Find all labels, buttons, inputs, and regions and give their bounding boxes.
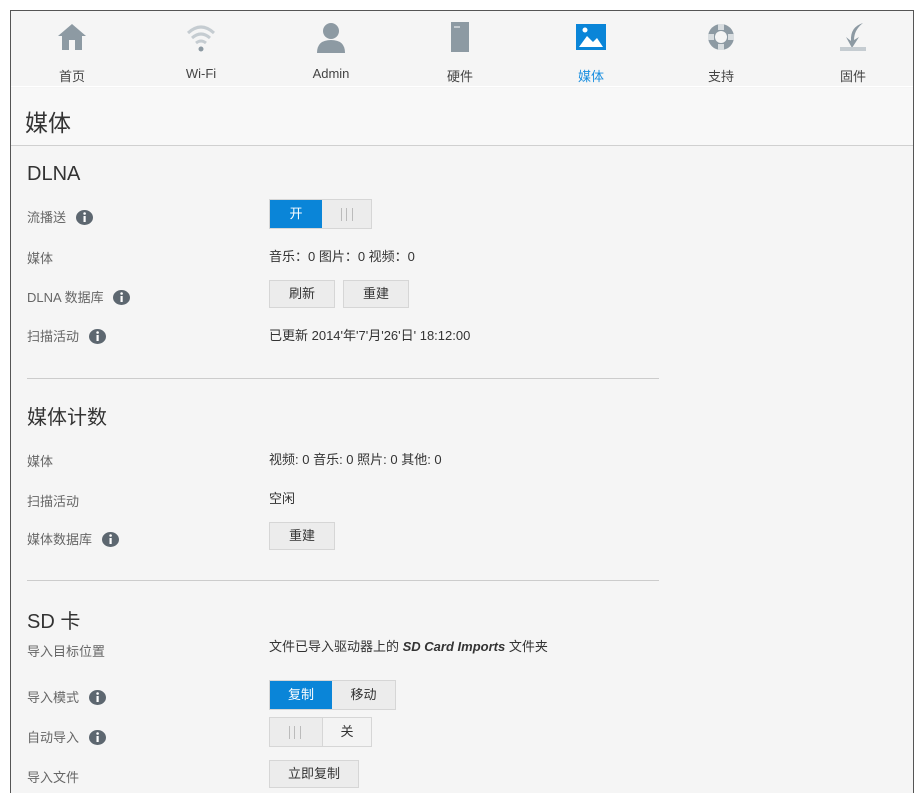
dlna-media-value: 音乐：0 图片：0 视频：0: [269, 249, 415, 264]
dlna-media-label: 媒体: [27, 251, 54, 266]
firmware-icon: [840, 23, 866, 51]
streaming-label: 流播送: [27, 210, 67, 225]
nav-label-wifi: Wi-Fi: [185, 66, 217, 81]
toggle-grip-icon: [289, 726, 301, 739]
sd-target-value: 文件已导入驱动器上的 SD Card Imports 文件夹: [269, 636, 548, 655]
counts-scan-value: 空闲: [269, 491, 296, 506]
nav-item-hardware[interactable]: 硬件: [420, 11, 500, 87]
page-title: 媒体: [25, 110, 71, 136]
copy-now-button[interactable]: 立即复制: [269, 760, 359, 788]
nav-item-admin[interactable]: Admin: [291, 11, 371, 87]
section-divider: [27, 378, 659, 379]
sd-files-label: 导入文件: [27, 770, 80, 785]
sd-target-label: 导入目标位置: [27, 644, 106, 659]
streaming-toggle[interactable]: 开: [269, 199, 372, 229]
sd-target-folder: SD Card Imports: [402, 639, 506, 654]
app-frame: 首页 Wi-Fi Admin 硬件 媒体 支持 固件 媒体 DLNA 流播送 开…: [10, 10, 914, 793]
nav-item-wifi[interactable]: Wi-Fi: [161, 11, 241, 87]
nav-label-hardware: 硬件: [446, 69, 473, 84]
nav-label-admin: Admin: [312, 66, 350, 81]
nav-item-firmware[interactable]: 固件: [813, 11, 893, 87]
main-nav: 首页 Wi-Fi Admin 硬件 媒体 支持 固件: [11, 11, 913, 87]
dlna-refresh-button[interactable]: 刷新: [269, 280, 335, 308]
counts-section-title: 媒体计数: [27, 407, 107, 429]
info-icon[interactable]: [113, 289, 131, 306]
user-icon: [317, 23, 345, 53]
info-icon[interactable]: [88, 328, 106, 345]
counts-media-value: 视频: 0 音乐: 0 照片: 0 其他: 0: [269, 452, 442, 467]
sd-target-prefix: 文件已导入驱动器上的: [269, 639, 403, 654]
dlna-scan-value: 已更新 2014'年'7'月'26'日' 18:12:00: [269, 328, 471, 343]
toggle-grip-icon: [341, 208, 353, 221]
lifebuoy-icon: [708, 24, 734, 50]
dlna-db-label: DLNA 数据库: [27, 290, 104, 305]
info-icon[interactable]: [75, 209, 93, 226]
title-bar: 媒体: [11, 88, 913, 146]
sd-mode-move-option[interactable]: 移动: [332, 681, 395, 709]
sd-auto-off-option[interactable]: 关: [322, 718, 371, 746]
drive-icon: [451, 22, 469, 52]
streaming-on-option[interactable]: 开: [270, 200, 322, 228]
dlna-rebuild-button[interactable]: 重建: [343, 280, 409, 308]
info-icon[interactable]: [88, 729, 106, 746]
sd-auto-label: 自动导入: [27, 730, 80, 745]
info-icon[interactable]: [101, 531, 119, 548]
sd-mode-label: 导入模式: [27, 690, 80, 705]
media-db-label: 媒体数据库: [27, 532, 93, 547]
nav-item-support[interactable]: 支持: [681, 11, 761, 87]
nav-item-media[interactable]: 媒体: [551, 11, 631, 87]
counts-scan-label: 扫描活动: [27, 494, 80, 509]
dlna-db-row: DLNA 数据库: [27, 287, 131, 306]
media-icon: [576, 24, 606, 50]
nav-label-media: 媒体: [577, 69, 604, 84]
nav-label-support: 支持: [707, 69, 734, 84]
dlna-scan-label: 扫描活动: [27, 329, 80, 344]
nav-label-firmware: 固件: [839, 69, 866, 84]
sd-auto-row: 自动导入: [27, 727, 106, 746]
nav-label-home: 首页: [58, 69, 85, 84]
media-db-row: 媒体数据库: [27, 529, 119, 548]
nav-item-home[interactable]: 首页: [32, 11, 112, 87]
counts-media-label: 媒体: [27, 454, 54, 469]
sd-section-title: SD 卡: [27, 611, 81, 633]
dlna-scan-row: 扫描活动: [27, 326, 106, 345]
sd-mode-copy-option[interactable]: 复制: [270, 681, 332, 709]
media-rebuild-button[interactable]: 重建: [269, 522, 335, 550]
section-divider: [27, 580, 659, 581]
sd-mode-selector[interactable]: 复制 移动: [269, 680, 396, 710]
info-icon[interactable]: [88, 689, 106, 706]
sd-auto-toggle[interactable]: 关: [269, 717, 372, 747]
home-icon: [58, 24, 86, 50]
dlna-section-title: DLNA: [27, 163, 81, 185]
sd-target-suffix: 文件夹: [505, 639, 548, 654]
wifi-icon: [186, 25, 216, 52]
streaming-row: 流播送: [27, 207, 93, 226]
sd-mode-row: 导入模式: [27, 687, 106, 706]
